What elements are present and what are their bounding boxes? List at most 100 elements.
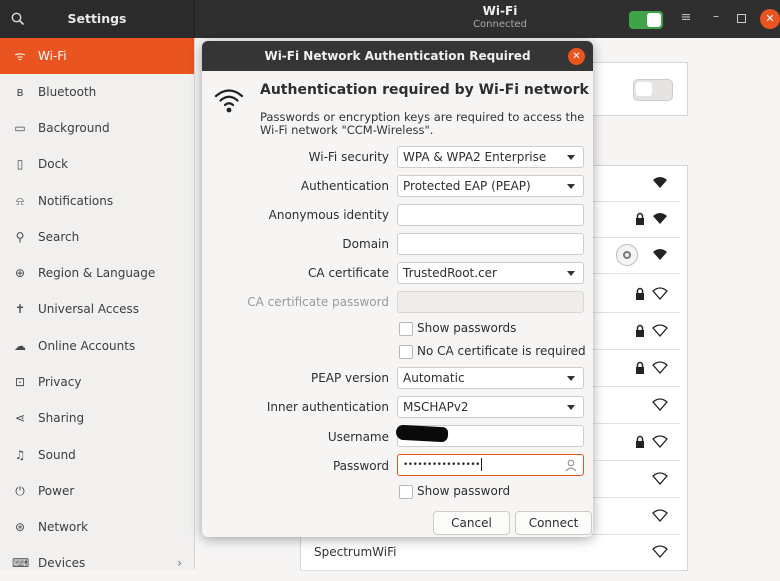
inner-auth-select[interactable]: MSCHAPv2 <box>397 396 584 418</box>
minimize-icon[interactable]: – <box>708 9 724 27</box>
wifi-security-select[interactable]: WPA & WPA2 Enterprise <box>397 146 584 168</box>
chevron-down-icon <box>567 184 575 189</box>
lock-icon <box>636 361 644 374</box>
select-value: WPA & WPA2 Enterprise <box>403 150 547 164</box>
lock-icon <box>636 287 644 300</box>
sidebar-item-search[interactable]: ⚲ Search <box>0 219 194 255</box>
select-value: Protected EAP (PEAP) <box>403 179 531 193</box>
ca-certificate-select[interactable]: TrustedRoot.cer <box>397 262 584 284</box>
dock-icon: ▯ <box>16 157 24 171</box>
password-input[interactable]: •••••••••••••••• <box>397 454 584 476</box>
redaction-mark <box>395 424 449 443</box>
ca-certificate-password-label: CA certificate password <box>247 295 389 309</box>
cancel-button[interactable]: Cancel <box>433 511 510 535</box>
signal-icon <box>653 213 667 224</box>
ca-certificate-label: CA certificate <box>308 266 389 280</box>
airplane-mode-toggle[interactable] <box>633 79 673 101</box>
sidebar-item-label: Online Accounts <box>38 339 136 353</box>
signal-icon <box>653 177 667 188</box>
sidebar-item-wifi[interactable]: ᯤ Wi-Fi <box>0 38 194 74</box>
sidebar-item-bluetooth[interactable]: ʙ Bluetooth <box>0 74 194 110</box>
sidebar-item-devices[interactable]: ⌨ Devices › <box>0 545 194 581</box>
select-value: Automatic <box>403 371 465 385</box>
dialog-heading: Authentication required by Wi-Fi network <box>260 82 589 98</box>
close-icon[interactable]: ✕ <box>760 9 780 29</box>
close-icon[interactable]: ✕ <box>568 48 585 65</box>
maximize-icon[interactable] <box>733 10 749 28</box>
domain-input[interactable] <box>397 233 584 255</box>
show-passwords-checkbox[interactable] <box>399 322 413 336</box>
user-icon[interactable] <box>565 459 577 472</box>
dialog-description: Passwords or encryption keys are require… <box>260 110 585 137</box>
bluetooth-icon: ʙ <box>16 85 24 99</box>
auth-dialog: Wi-Fi Network Authentication Required ✕ … <box>202 41 593 537</box>
share-icon: ⋖ <box>14 411 26 425</box>
lock-icon <box>636 324 644 337</box>
privacy-icon: ⊡ <box>14 375 26 389</box>
search-icon[interactable] <box>10 11 26 27</box>
anonymous-identity-input[interactable] <box>397 204 584 226</box>
sidebar-item-label: Sharing <box>38 411 85 425</box>
signal-icon <box>652 545 668 558</box>
sidebar-item-label: Dock <box>38 157 69 171</box>
globe-icon: ⊕ <box>14 266 26 280</box>
sidebar-item-region-language[interactable]: ⊕ Region & Language <box>0 255 194 291</box>
inner-auth-label: Inner authentication <box>266 400 389 414</box>
sidebar-item-label: Devices <box>38 556 86 570</box>
peap-version-select[interactable]: Automatic <box>397 367 584 389</box>
username-label: Username <box>327 430 389 444</box>
window-subtitle: Connected <box>473 19 527 30</box>
search-icon: ⚲ <box>15 230 25 244</box>
cloud-icon: ☁ <box>14 339 26 353</box>
sidebar-item-sound[interactable]: ♫ Sound <box>0 437 194 473</box>
sidebar-item-power[interactable]: ⏻ Power <box>0 473 194 509</box>
domain-label: Domain <box>342 237 389 251</box>
signal-icon <box>652 287 668 300</box>
chevron-down-icon <box>567 271 575 276</box>
gear-icon[interactable] <box>616 244 638 266</box>
devices-icon: ⌨ <box>12 556 30 570</box>
menu-icon[interactable]: ≡ <box>678 10 694 28</box>
no-ca-required-checkbox[interactable] <box>399 345 413 359</box>
accessibility-icon: ✝ <box>14 302 26 316</box>
sidebar-item-label: Sound <box>38 448 76 462</box>
select-value: TrustedRoot.cer <box>403 266 497 280</box>
sidebar-item-privacy[interactable]: ⊡ Privacy <box>0 364 194 400</box>
sidebar-item-online-accounts[interactable]: ☁ Online Accounts <box>0 328 194 364</box>
sidebar-item-dock[interactable]: ▯ Dock <box>0 146 194 182</box>
show-password-label: Show password <box>417 484 511 498</box>
sidebar-item-label: Wi-Fi <box>38 49 67 63</box>
background-icon: ▭ <box>14 121 26 135</box>
sidebar-item-background[interactable]: ▭ Background <box>0 110 194 146</box>
connect-button[interactable]: Connect <box>515 511 592 535</box>
sidebar-item-label: Notifications <box>38 194 114 208</box>
authentication-select[interactable]: Protected EAP (PEAP) <box>397 175 584 197</box>
sidebar-item-sharing[interactable]: ⋖ Sharing <box>0 400 194 436</box>
lock-icon <box>636 212 644 225</box>
wifi-toggle[interactable] <box>629 11 663 29</box>
authentication-label: Authentication <box>300 179 389 193</box>
wifi-icon: ᯤ <box>14 49 26 63</box>
sidebar-item-label: Universal Access <box>38 302 139 316</box>
show-password-checkbox[interactable] <box>399 485 413 499</box>
dialog-title: Wi-Fi Network Authentication Required <box>202 41 593 71</box>
toggle-knob <box>636 82 652 96</box>
signal-icon <box>652 509 668 522</box>
signal-icon <box>652 361 668 374</box>
power-icon: ⏻ <box>15 484 25 498</box>
show-passwords-label: Show passwords <box>417 321 517 335</box>
network-name: SpectrumWiFi <box>314 545 397 559</box>
sidebar-item-universal-access[interactable]: ✝ Universal Access <box>0 291 194 327</box>
sidebar-item-notifications[interactable]: ⍾ Notifications <box>0 183 194 219</box>
sidebar-item-network[interactable]: ⊛ Network <box>0 509 194 545</box>
lock-icon <box>636 435 644 448</box>
signal-icon <box>652 435 668 448</box>
chevron-down-icon <box>567 405 575 410</box>
signal-icon <box>652 324 668 337</box>
network-row[interactable]: SpectrumWiFi <box>300 534 680 571</box>
sidebar-item-label: Search <box>38 230 80 244</box>
anonymous-identity-label: Anonymous identity <box>268 208 389 222</box>
ca-certificate-password-input <box>397 291 584 313</box>
music-icon: ♫ <box>14 448 26 462</box>
signal-icon <box>653 249 667 260</box>
